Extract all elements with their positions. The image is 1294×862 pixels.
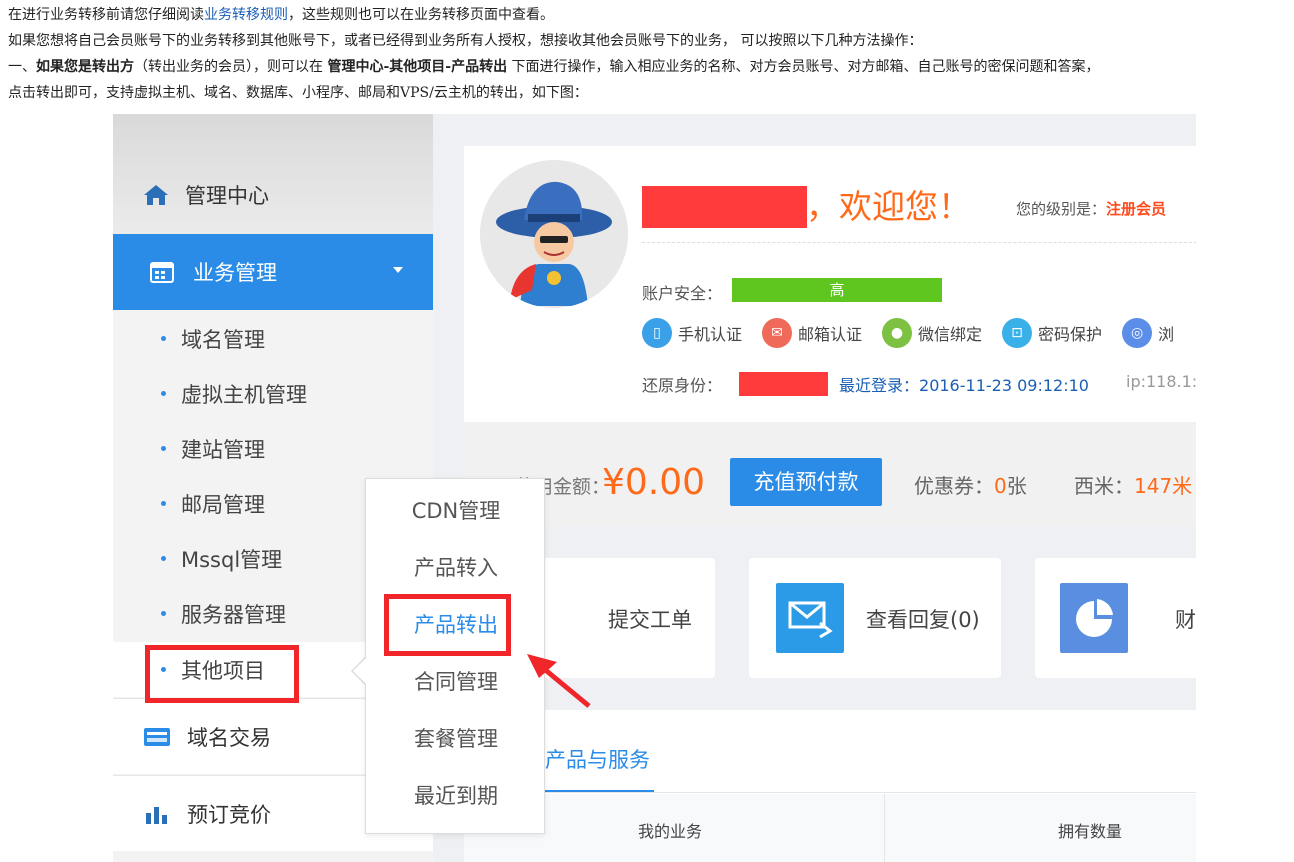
sidebar-sub-domain[interactable]: 域名管理 — [113, 311, 433, 366]
chevron-down-icon — [393, 267, 403, 273]
auth-phone[interactable]: ▯ 手机认证 — [642, 318, 742, 348]
auth-wechat[interactable]: ● 微信绑定 — [882, 318, 982, 348]
transfer-rules-link[interactable]: 业务转移规则 — [204, 7, 288, 23]
domain-trade-icon — [144, 727, 170, 746]
menu-item-transfer-in[interactable]: 产品转入 — [366, 540, 546, 597]
intro-line-3: 一、如果您是转出方（转出业务的会员），则可以在 管理中心-其他项目-产品转出 下… — [8, 59, 1100, 75]
th-my-business: 我的业务 — [638, 822, 703, 841]
auth-email[interactable]: ✉ 邮箱认证 — [762, 318, 862, 348]
sidebar-item-business[interactable]: 业务管理 — [113, 234, 433, 310]
home-icon — [144, 185, 168, 205]
highlight-transfer-out — [384, 594, 511, 656]
auth-list: ▯ 手机认证 ✉ 邮箱认证 ● 微信绑定 ⊡ 密码保护 ◎ 浏 — [642, 318, 1194, 348]
menu-item-package[interactable]: 套餐管理 — [366, 711, 546, 768]
restore-identity-label: 还原身份： — [642, 376, 723, 395]
coupon-count: 优惠券：0张 — [914, 474, 1027, 498]
annotation-arrow-icon — [527, 654, 591, 708]
products-table-header: 我的业务 拥有数量 — [464, 794, 1196, 862]
menu-item-cdn[interactable]: CDN管理 — [366, 483, 546, 540]
welcome-text: ，欢迎您！ — [806, 187, 971, 226]
balance-bar: 可使用金额： ¥0.00 充值预付款 优惠券：0张 西米：147米 — [464, 422, 1196, 526]
products-section: 的产品与服务 我的业务 拥有数量 — [464, 710, 1196, 862]
intro-line-1: 在进行业务转移前请您仔细阅读业务转移规则，这些规则也可以在业务转移页面中查看。 — [8, 7, 554, 23]
redacted-identity — [739, 372, 828, 396]
sidebar-sub-site[interactable]: 建站管理 — [113, 421, 433, 476]
menu-item-expiring[interactable]: 最近到期 — [366, 768, 546, 825]
phone-icon: ▯ — [642, 318, 672, 348]
browser-icon: ◎ — [1122, 318, 1153, 348]
security-label: 账户安全： — [642, 284, 723, 303]
mail-reply-icon — [776, 583, 844, 653]
avatar-cartoon-icon — [480, 160, 628, 308]
auth-password[interactable]: ⊡ 密码保护 — [1002, 318, 1102, 348]
ximi-count: 西米：147米 — [1074, 474, 1193, 498]
account-panel: ，欢迎您！ 您的级别是：注册会员 账户安全： 高 ▯ 手机认证 ✉ 邮箱认证 ● 微信… — [464, 146, 1196, 422]
pie-chart-icon — [1060, 583, 1128, 653]
bar-chart-icon — [146, 806, 167, 824]
avatar — [480, 160, 628, 308]
last-login: 最近登录：2016-11-23 09:12:10 — [839, 376, 1089, 395]
wechat-icon: ● — [882, 318, 913, 348]
other-items-dropdown: CDN管理 产品转入 产品转出 合同管理 套餐管理 最近到期 — [365, 478, 545, 834]
sidebar-item-home[interactable]: 管理中心 — [143, 180, 269, 210]
intro-line-4: 点击转出即可，支持虚拟主机、域名、数据库、小程序、邮局和VPS/云主机的转出，如… — [8, 85, 588, 101]
redacted-username — [642, 186, 807, 228]
highlight-other-items — [145, 645, 299, 703]
calendar-icon — [150, 262, 174, 283]
finance-card[interactable]: 财 — [1035, 558, 1196, 678]
lock-icon: ⊡ — [1002, 318, 1033, 348]
view-reply-card[interactable]: 查看回复(0) — [749, 558, 1001, 678]
intro-text: 在进行业务转移前请您仔细阅读业务转移规则，这些规则也可以在业务转移页面中查看。 … — [8, 2, 1292, 106]
balance-amount: ¥0.00 — [602, 462, 706, 503]
intro-line-2: 如果您想将自己会员账号下的业务转移到其他账号下，或者已经得到业务所有人授权，想接… — [8, 33, 923, 49]
embedded-screenshot: 管理中心 业务管理 域名管理 虚拟主机管理 建站管理 邮局管理 Mssql管理 … — [113, 114, 1196, 862]
login-ip: ip:118.1: — [1126, 372, 1196, 391]
recharge-button[interactable]: 充值预付款 — [730, 458, 882, 506]
menu-item-contract[interactable]: 合同管理 — [366, 654, 546, 711]
th-count: 拥有数量 — [1058, 822, 1123, 841]
auth-other[interactable]: ◎ 浏 — [1122, 318, 1174, 348]
sidebar-sub-vhost[interactable]: 虚拟主机管理 — [113, 366, 433, 421]
mail-icon: ✉ — [762, 318, 793, 348]
security-level-bar: 高 — [732, 278, 942, 302]
member-level: 您的级别是：注册会员 — [1016, 200, 1167, 218]
